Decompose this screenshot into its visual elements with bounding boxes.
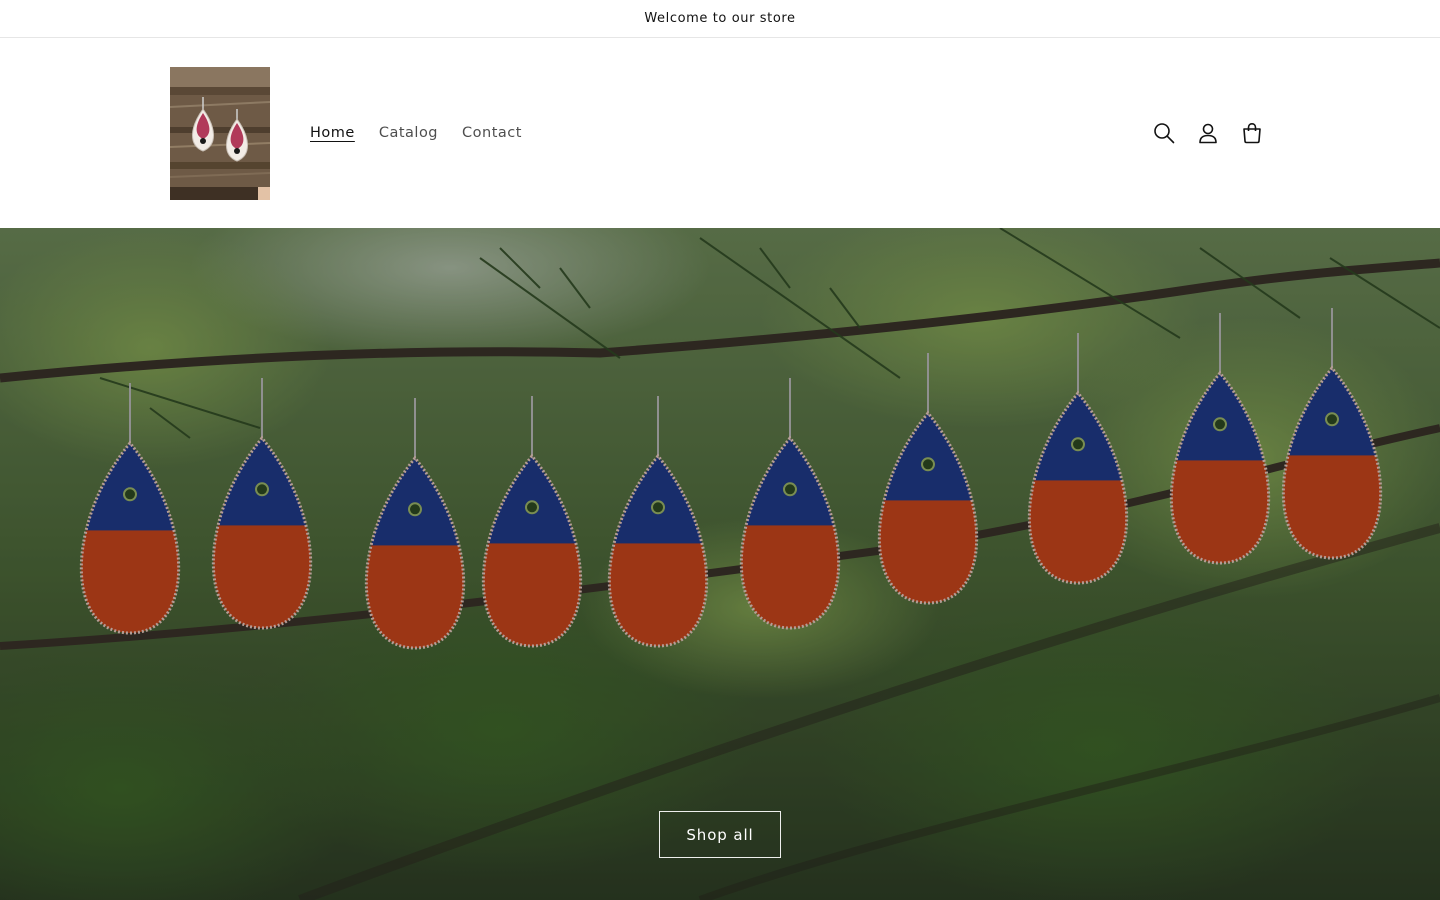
hero-banner: Shop all <box>0 228 1440 900</box>
search-button[interactable] <box>1142 111 1186 155</box>
shop-all-button[interactable]: Shop all <box>659 811 781 858</box>
cart-icon <box>1243 122 1261 144</box>
announcement-text: Welcome to our store <box>644 11 796 26</box>
search-icon <box>1154 123 1175 144</box>
account-button[interactable] <box>1186 111 1230 155</box>
site-header: Home Catalog Contact <box>0 38 1440 228</box>
store-logo[interactable] <box>170 67 270 200</box>
main-nav: Home Catalog Contact <box>298 121 534 145</box>
nav-link-catalog[interactable]: Catalog <box>367 121 450 145</box>
announcement-bar: Welcome to our store <box>0 0 1440 38</box>
nav-link-contact[interactable]: Contact <box>450 121 534 145</box>
header-icons <box>1142 111 1274 155</box>
nav-link-home[interactable]: Home <box>298 121 367 145</box>
cart-button[interactable] <box>1230 111 1274 155</box>
hero-overlay <box>0 228 1440 900</box>
account-icon <box>1199 123 1217 144</box>
logo-image <box>170 67 270 200</box>
